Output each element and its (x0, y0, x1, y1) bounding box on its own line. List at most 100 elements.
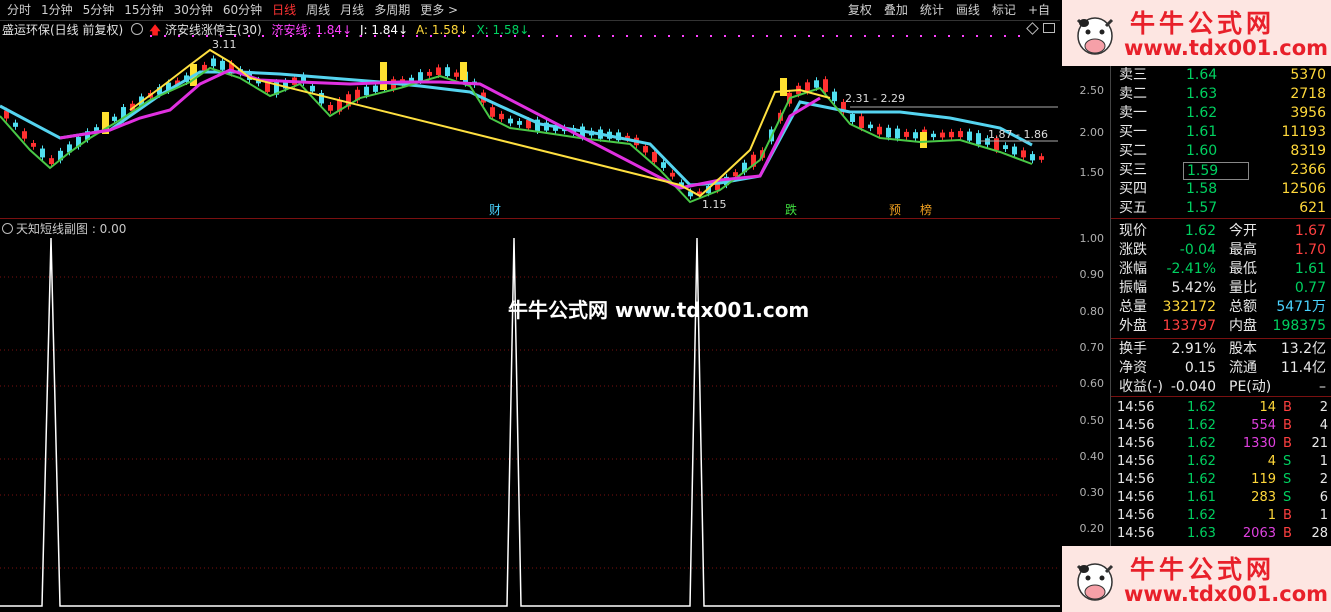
stat-value: 332172 (1162, 299, 1216, 315)
tick-side: S (1283, 454, 1292, 469)
event-label-die[interactable]: 跌 (785, 202, 797, 217)
tick-row[interactable]: 14:56 1.61 283 S 6 (1111, 488, 1331, 507)
stats-row: 振幅 5.42% 量比 0.77 (1111, 279, 1331, 298)
stat-label: 总额 (1229, 299, 1257, 315)
orderbook-row[interactable]: 买四 1.58 12506 (1111, 180, 1331, 199)
tick-row[interactable]: 14:56 1.62 119 S 2 (1111, 470, 1331, 489)
tick-side: S (1283, 490, 1292, 505)
chart-tool-button[interactable]: 画线 (950, 2, 986, 18)
stat-label: 现价 (1119, 223, 1147, 239)
marker-dot (808, 35, 810, 37)
orderbook-label: 卖二 (1119, 86, 1147, 102)
ad-banner-top[interactable]: 牛牛公式网 www.tdx001.com (1062, 0, 1331, 66)
marker-dot (752, 35, 754, 37)
chart-tool-button[interactable]: 叠加 (878, 2, 914, 18)
chart-tool-button[interactable]: 统计 (914, 2, 950, 18)
orderbook-row[interactable]: 卖三 1.64 5370 (1111, 66, 1331, 85)
tick-time: 14:56 (1117, 490, 1155, 505)
timeframe-tab[interactable]: 更多 > (415, 2, 463, 18)
marker-dot (696, 35, 698, 37)
marker-dot (150, 35, 152, 37)
chart-tool-button[interactable]: 标记 (986, 2, 1022, 18)
timeframe-tab[interactable]: 月线 (335, 2, 369, 18)
timeframe-tab[interactable]: 分时 (2, 2, 36, 18)
stat-value: 5471万 (1276, 299, 1326, 315)
marker-dot (276, 35, 278, 37)
event-label-yu[interactable]: 预 (889, 203, 901, 217)
tick-row[interactable]: 14:56 1.62 554 B 4 (1111, 416, 1331, 435)
marker-dot (906, 35, 908, 37)
banner-title: 牛牛公式网 (1130, 9, 1276, 38)
marker-dot (682, 35, 684, 37)
event-label-bang[interactable]: 榜 (920, 202, 932, 217)
tick-row[interactable]: 14:56 1.62 14 B 2 (1111, 398, 1331, 417)
stat-label: 总量 (1119, 299, 1147, 315)
orderbook-label: 买一 (1119, 124, 1147, 140)
event-label-cai[interactable]: 财 (489, 203, 501, 217)
stat-value: 133797 (1162, 318, 1216, 334)
orderbook-row[interactable]: 买三 1.59 2366 (1111, 161, 1331, 180)
marker-dot (458, 35, 460, 37)
indicator-tick: 1.00 (1079, 232, 1105, 245)
tick-row[interactable]: 14:56 1.62 1330 B 21 (1111, 434, 1331, 453)
stat-label: 振幅 (1119, 280, 1147, 296)
timeframe-toolbar: 分时 1分钟 5分钟 15分钟 30分钟 60分钟 日线 周线 月线 多周期 更多 > 复权 叠加 统计… (0, 0, 1060, 21)
tick-time: 14:56 (1117, 508, 1155, 523)
orderbook-row[interactable]: 买五 1.57 621 (1111, 199, 1331, 218)
indicator-tick: 0.70 (1079, 340, 1105, 354)
marker-dot (626, 35, 628, 37)
orderbook-price: 1.61 (1186, 124, 1218, 140)
tick-price: 1.63 (1187, 526, 1216, 541)
tick-count: 4 (1319, 418, 1328, 433)
orderbook-label: 买三 (1119, 162, 1147, 178)
orderbook-volume: 2366 (1290, 162, 1326, 178)
indicator-pane[interactable]: 天知短线副图 : 0.00 (0, 218, 1060, 612)
watermark-text: 牛牛公式网 www.tdx001.com (508, 298, 810, 322)
timeframe-tab[interactable]: 周线 (301, 2, 335, 18)
price-tick: 1.50 (1079, 166, 1105, 179)
marker-dot (822, 35, 824, 37)
ad-banner-bottom[interactable]: 牛牛公式网 www.tdx001.com (1062, 546, 1331, 612)
tick-row[interactable]: 14:56 1.62 4 S 1 (1111, 452, 1331, 471)
cow-logo-icon (1076, 563, 1114, 601)
tick-time: 14:56 (1117, 436, 1155, 451)
tick-time: 14:56 (1117, 454, 1155, 469)
stats-row: 换手 2.91% 股本 13.2亿 (1111, 340, 1331, 359)
tick-row[interactable]: 14:56 1.63 2063 B 28 (1111, 524, 1331, 543)
timeframe-tab[interactable]: 15分钟 (119, 2, 168, 18)
tick-price: 1.62 (1187, 472, 1216, 487)
orderbook-price: 1.63 (1186, 86, 1218, 102)
banner-title: 牛牛公式网 (1130, 555, 1276, 584)
timeframe-tab[interactable]: 1分钟 (36, 2, 78, 18)
tick-count: 28 (1311, 526, 1328, 541)
timeframe-tab[interactable]: 日线 (267, 2, 301, 18)
orderbook-volume: 621 (1299, 200, 1326, 216)
stat-label: 收益(-) (1119, 379, 1163, 395)
marker-dot (570, 35, 572, 37)
tick-price: 1.62 (1187, 508, 1216, 523)
marker-dot (416, 35, 418, 37)
timeframe-tab[interactable]: 60分钟 (218, 2, 267, 18)
stat-label: 最低 (1229, 261, 1257, 277)
stat-value: 1.62 (1184, 223, 1216, 239)
orderbook-row[interactable]: 买一 1.61 11193 (1111, 123, 1331, 142)
stat-value: 2.91% (1171, 341, 1216, 357)
indicator-tick: 0.60 (1079, 377, 1105, 391)
orderbook-row[interactable]: 卖一 1.62 3956 (1111, 104, 1331, 123)
marker-dot (612, 35, 614, 37)
marker-dot (542, 35, 544, 37)
indicator-tick: 0.80 (1079, 304, 1105, 318)
price-chart-pane[interactable]: 盛运环保(日线 前复权) 🡅 济安线涨停主(30) 济安线: 1.84↓ J: … (0, 20, 1060, 219)
orderbook-row[interactable]: 买二 1.60 8319 (1111, 142, 1331, 161)
orderbook-label: 买二 (1119, 143, 1147, 159)
tick-row[interactable]: 14:56 1.62 1 B 1 (1111, 506, 1331, 525)
chart-tool-button[interactable]: +自 (1022, 2, 1056, 18)
cow-logo-icon (1076, 17, 1114, 55)
timeframe-tab[interactable]: 30分钟 (169, 2, 218, 18)
timeframe-tab[interactable]: 5分钟 (78, 2, 120, 18)
orderbook-row[interactable]: 卖二 1.63 2718 (1111, 85, 1331, 104)
timeframe-tab[interactable]: 多周期 (369, 2, 415, 18)
chart-tool-button[interactable]: 复权 (842, 2, 878, 18)
stat-label: 涨跌 (1119, 242, 1147, 258)
marker-dot (500, 35, 502, 37)
